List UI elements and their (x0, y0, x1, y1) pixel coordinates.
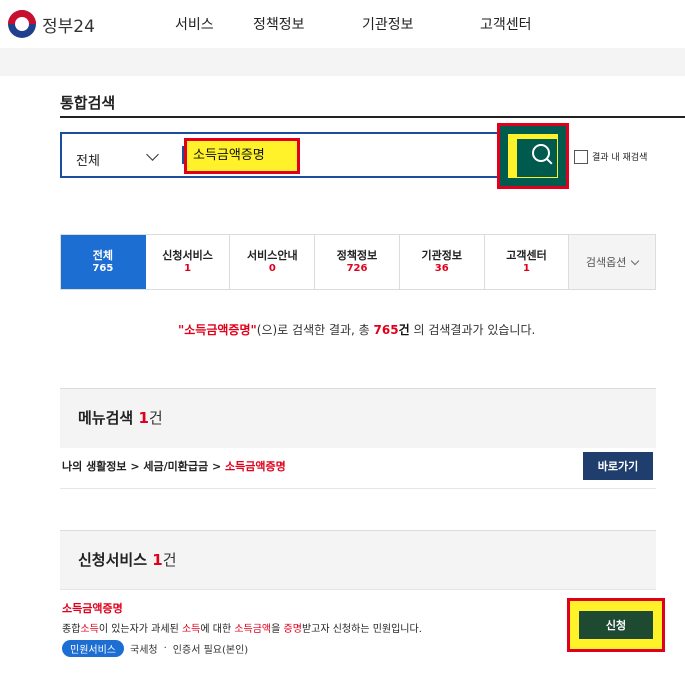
tab-count: 1 (184, 263, 192, 274)
breadcrumb-path: 나의 생활정보 > 세금/미환급금 > (62, 460, 226, 473)
search-divider (182, 146, 184, 164)
section-unit: 건 (162, 551, 177, 569)
desc-text: 에 대한 (200, 624, 235, 635)
service-cert-requirement: 인증서 필요(본인) (172, 645, 249, 656)
summary-mid: (으)로 검색한 결과, 총 (256, 323, 374, 337)
summary-tail: 의 검색결과가 있습니다. (409, 323, 536, 337)
tab-all[interactable]: 전체 765 (61, 235, 146, 289)
section-title: 신청서비스 (78, 551, 148, 569)
section-count: 1 (152, 551, 163, 569)
nav-policy-info[interactable]: 정책정보 (253, 14, 305, 34)
result-summary: "소득금액증명"(으)로 검색한 결과, 총 765건 의 검색결과가 있습니다… (178, 321, 535, 338)
tab-label: 정책정보 (336, 249, 378, 262)
search-options-label: 검색옵션 (585, 255, 627, 269)
tab-customer-center[interactable]: 고객센터 1 (485, 235, 570, 289)
nav-services[interactable]: 서비스 (175, 14, 214, 34)
desc-highlight: 소득금액 (234, 624, 272, 635)
service-type-badge: 민원서비스 (62, 640, 124, 657)
summary-total: 765 (373, 323, 399, 337)
tab-label: 신청서비스 (162, 249, 213, 262)
page-title: 통합검색 (60, 94, 116, 112)
logo-text: 정부24 (42, 16, 95, 37)
menu-search-header: 메뉴검색 1건 (60, 388, 656, 448)
search-scope-select[interactable]: 전체 (76, 150, 100, 169)
title-rule (60, 116, 685, 118)
within-results-checkbox[interactable] (574, 150, 588, 164)
tab-label: 서비스안내 (246, 249, 298, 262)
service-item-meta: 민원서비스 국세청 · 인증서 필요(본인) (62, 640, 248, 657)
breadcrumb-target: 소득금액증명 (225, 460, 286, 473)
search-bar (60, 132, 566, 178)
nav-agency-info[interactable]: 기관정보 (362, 14, 414, 34)
meta-separator: · (163, 643, 167, 654)
tab-label: 기관정보 (421, 249, 462, 262)
tab-label: 고객센터 (506, 249, 547, 262)
apply-button[interactable]: 신청 (579, 611, 653, 639)
gov24-logo[interactable]: 정부24 (8, 10, 95, 38)
tab-count: 1 (522, 263, 530, 274)
search-input[interactable]: 소득금액증명 (184, 138, 300, 174)
service-item-desc: 종합소득이 있는자가 과세된 소득에 대한 소득금액을 증명받고자 신청하는 민… (62, 620, 422, 635)
top-header: 정부24 서비스 정책정보 기관정보 고객센터 (0, 0, 685, 48)
chevron-down-icon (631, 256, 640, 265)
tab-service-guide[interactable]: 서비스안내 0 (230, 235, 316, 289)
section-title: 메뉴검색 (78, 409, 134, 427)
divider (60, 488, 656, 489)
tab-policy-info[interactable]: 정책정보 726 (315, 235, 400, 289)
tab-count: 726 (346, 263, 368, 274)
nav-customer-center[interactable]: 고객센터 (480, 14, 532, 34)
header-band (0, 48, 685, 76)
tab-count: 36 (434, 263, 449, 274)
result-tabs: 전체 765 신청서비스 1 서비스안내 0 정책정보 726 기관정보 36 … (60, 234, 656, 290)
menu-breadcrumb[interactable]: 나의 생활정보 > 세금/미환급금 > 소득금액증명 (62, 458, 286, 474)
apply-service-header: 신청서비스 1건 (60, 530, 656, 590)
search-options-toggle[interactable]: 검색옵션 (569, 235, 656, 289)
section-unit: 건 (148, 409, 163, 427)
within-results-label[interactable]: 결과 내 재검색 (592, 150, 647, 163)
desc-highlight: 소득 (80, 624, 99, 635)
tab-apply-services[interactable]: 신청서비스 1 (146, 235, 231, 289)
go-button[interactable]: 바로가기 (583, 452, 653, 480)
service-item-title[interactable]: 소득금액증명 (62, 600, 123, 616)
desc-text: 종합 (62, 624, 81, 635)
tab-count: 765 (92, 263, 114, 274)
apply-button-highlight: 신청 (567, 598, 665, 652)
desc-text: 이 있는자가 과세된 (98, 624, 182, 635)
divider (60, 589, 656, 590)
apply-service-title: 신청서비스 1건 (78, 549, 177, 570)
section-count: 1 (138, 409, 149, 427)
taegeuk-logo-icon (8, 10, 36, 38)
desc-text: 을 (271, 624, 284, 635)
desc-highlight: 소득 (181, 624, 201, 635)
tab-agency-info[interactable]: 기관정보 36 (400, 235, 485, 289)
summary-unit: 건 (398, 323, 410, 337)
desc-highlight: 증명 (283, 624, 302, 635)
summary-query: 소득금액증명 (184, 323, 251, 337)
tab-label: 전체 (92, 249, 113, 262)
menu-search-title: 메뉴검색 1건 (78, 407, 163, 428)
tab-count: 0 (268, 263, 276, 274)
service-agency: 국세청 (130, 645, 158, 656)
desc-text: 받고자 신청하는 민원입니다. (301, 624, 422, 635)
